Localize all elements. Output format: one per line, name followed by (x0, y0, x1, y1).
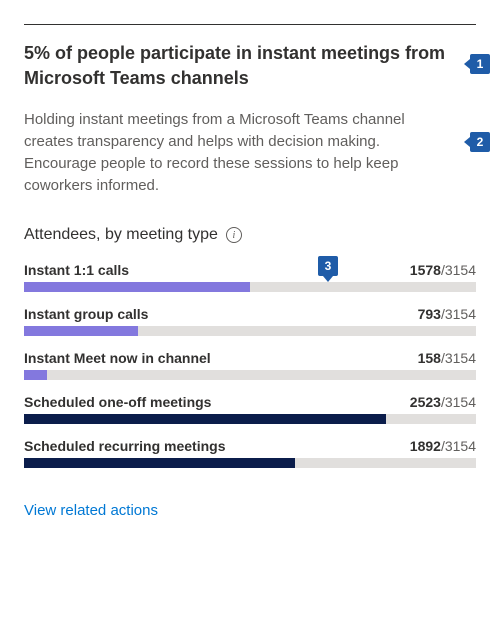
bar-track (24, 458, 476, 468)
bar-value-wrap: 2523/3154 (410, 394, 476, 410)
bar-header: Instant 1:1 calls 1578/3154 (24, 262, 476, 278)
bar-value: 2523 (410, 394, 441, 410)
bar-value-wrap: 158/3154 (418, 350, 476, 366)
bar-total: /3154 (441, 306, 476, 322)
bar-track (24, 370, 476, 380)
insight-title: 5% of people participate in instant meet… (24, 41, 476, 91)
bar-track (24, 414, 476, 424)
bar-value-wrap: 1578/3154 (410, 262, 476, 278)
info-icon[interactable]: i (226, 227, 242, 243)
bar-label: Instant Meet now in channel (24, 350, 211, 366)
bar-row: Scheduled recurring meetings 1892/3154 (24, 438, 476, 468)
bar-header: Instant group calls 793/3154 (24, 306, 476, 322)
callout-2: 2 (470, 132, 490, 152)
section-title: Attendees, by meeting type (24, 226, 218, 244)
bar-fill (24, 282, 250, 292)
bar-label: Scheduled one-off meetings (24, 394, 211, 410)
bar-total: /3154 (441, 438, 476, 454)
bar-label: Instant 1:1 calls (24, 262, 129, 278)
bar-value: 1578 (410, 262, 441, 278)
bar-row: Instant group calls 793/3154 (24, 306, 476, 336)
bar-track (24, 326, 476, 336)
bar-row: Scheduled one-off meetings 2523/3154 (24, 394, 476, 424)
bar-fill (24, 326, 138, 336)
bar-fill (24, 458, 295, 468)
bar-header: Scheduled one-off meetings 2523/3154 (24, 394, 476, 410)
section-header: Attendees, by meeting type i (24, 226, 476, 244)
bar-value: 158 (418, 350, 441, 366)
bar-fill (24, 370, 47, 380)
bar-value-wrap: 793/3154 (418, 306, 476, 322)
bar-total: /3154 (441, 394, 476, 410)
bar-row: Instant Meet now in channel 158/3154 (24, 350, 476, 380)
bar-track (24, 282, 476, 292)
view-related-actions-link[interactable]: View related actions (24, 502, 158, 519)
bar-chart: Instant 1:1 calls1578/3154Instant group … (24, 262, 476, 468)
callout-1: 1 (470, 54, 490, 74)
bar-total: /3154 (441, 262, 476, 278)
callout-3: 3 (318, 256, 338, 276)
bar-value-wrap: 1892/3154 (410, 438, 476, 454)
bar-value: 793 (418, 306, 441, 322)
bar-label: Scheduled recurring meetings (24, 438, 226, 454)
bar-value: 1892 (410, 438, 441, 454)
bar-header: Scheduled recurring meetings 1892/3154 (24, 438, 476, 454)
bar-row: Instant 1:1 calls 1578/3154 (24, 262, 476, 292)
bar-total: /3154 (441, 350, 476, 366)
top-divider (24, 24, 476, 25)
insight-description: Holding instant meetings from a Microsof… (24, 109, 476, 196)
bar-header: Instant Meet now in channel 158/3154 (24, 350, 476, 366)
bar-label: Instant group calls (24, 306, 148, 322)
bar-fill (24, 414, 386, 424)
